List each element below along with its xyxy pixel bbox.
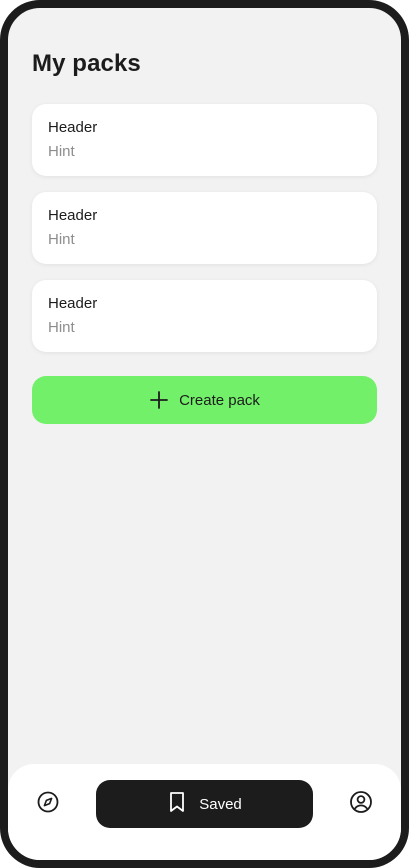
pack-card-header: Header <box>48 207 98 224</box>
bookmark-icon <box>167 791 187 817</box>
pack-card[interactable]: Header Hint <box>32 280 377 352</box>
page-title: My packs <box>32 50 141 77</box>
pack-card[interactable]: Header Hint <box>32 104 377 176</box>
pack-list: Header Hint Header Hint Header Hint <box>32 104 377 368</box>
nav-explore-button[interactable] <box>32 788 64 820</box>
create-pack-label: Create pack <box>179 391 260 409</box>
pack-card-hint: Hint <box>48 143 75 160</box>
pack-card-header: Header <box>48 295 98 312</box>
user-circle-icon <box>349 790 373 819</box>
pack-card-header: Header <box>48 119 98 136</box>
nav-profile-button[interactable] <box>345 788 377 820</box>
pack-card[interactable]: Header Hint <box>32 192 377 264</box>
pack-card-hint: Hint <box>48 231 75 248</box>
pack-card-hint: Hint <box>48 319 75 336</box>
phone-frame: My packs Header Hint Header Hint Header … <box>0 0 409 868</box>
nav-saved-label: Saved <box>199 795 242 813</box>
plus-icon <box>149 390 169 410</box>
bottom-navigation: Saved <box>8 764 401 860</box>
nav-saved-button[interactable]: Saved <box>96 780 313 828</box>
create-pack-button[interactable]: Create pack <box>32 376 377 424</box>
compass-icon <box>36 790 60 819</box>
